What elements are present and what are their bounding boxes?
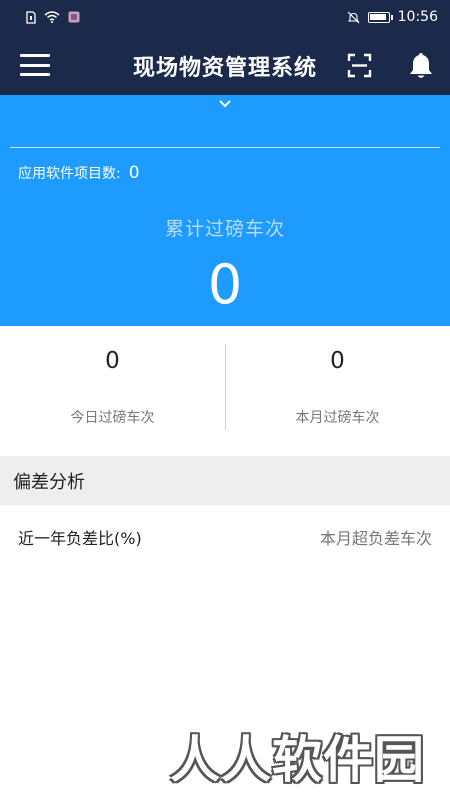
app-bar: 现场物资管理系统 (0, 34, 450, 95)
mute-icon (347, 11, 360, 23)
scan-icon[interactable] (347, 53, 372, 78)
battery-icon (367, 11, 393, 23)
deviation-row: 近一年负差比(%) 本月超负差车次 (0, 505, 450, 565)
menu-icon[interactable] (20, 54, 50, 76)
today-weighing-label: 今日过磅车次 (70, 410, 155, 426)
app-notification-icon (68, 11, 80, 23)
stats-row: 0 今日过磅车次 0 本月过磅车次 (0, 326, 450, 456)
wifi-icon (44, 11, 60, 23)
project-count-label: 应用软件项目数: (18, 166, 121, 182)
page-title: 现场物资管理系统 (132, 56, 317, 81)
project-count: 应用软件项目数: 0 (18, 163, 140, 183)
sim-icon (26, 10, 36, 24)
status-right: 10:56 (347, 9, 438, 25)
total-weighing-value: 0 (207, 253, 243, 316)
status-left (26, 10, 80, 24)
status-bar: 10:56 (0, 0, 450, 34)
status-time: 10:56 (397, 9, 438, 25)
watermark: 人人软件园 (170, 731, 425, 789)
chevron-down-icon[interactable] (217, 98, 233, 110)
project-count-value: 0 (128, 163, 140, 183)
month-weighing-label: 本月过磅车次 (295, 410, 380, 426)
total-weighing-label: 累计过磅车次 (164, 218, 285, 240)
month-weighing-stat[interactable]: 0 本月过磅车次 (225, 326, 450, 456)
deviation-section-header: 偏差分析 (0, 456, 450, 505)
negative-ratio-label[interactable]: 近一年负差比(%) (18, 525, 142, 549)
today-weighing-value: 0 (105, 348, 120, 374)
summary-panel: 应用软件项目数: 0 累计过磅车次 0 (0, 95, 450, 326)
monthly-negative-count-label[interactable]: 本月超负差车次 (320, 525, 432, 549)
divider (10, 147, 440, 148)
month-weighing-value: 0 (330, 348, 345, 374)
today-weighing-stat[interactable]: 0 今日过磅车次 (0, 326, 225, 456)
bell-icon[interactable] (408, 51, 434, 79)
